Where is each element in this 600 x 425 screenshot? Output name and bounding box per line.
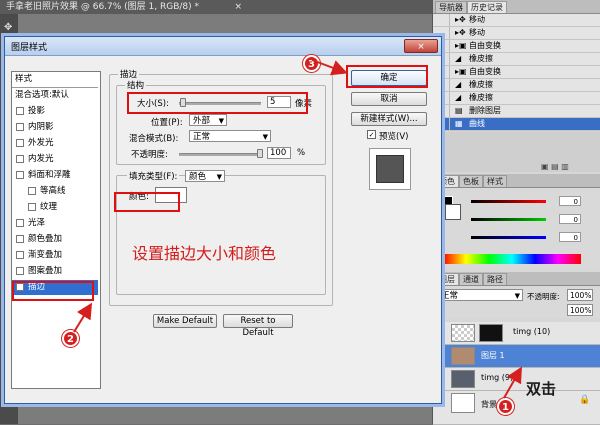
arrow-to-layer	[503, 366, 522, 399]
annotation-arrows	[73, 59, 522, 399]
arrow-to-ok	[311, 59, 348, 76]
arrow-to-stroke	[73, 302, 93, 333]
